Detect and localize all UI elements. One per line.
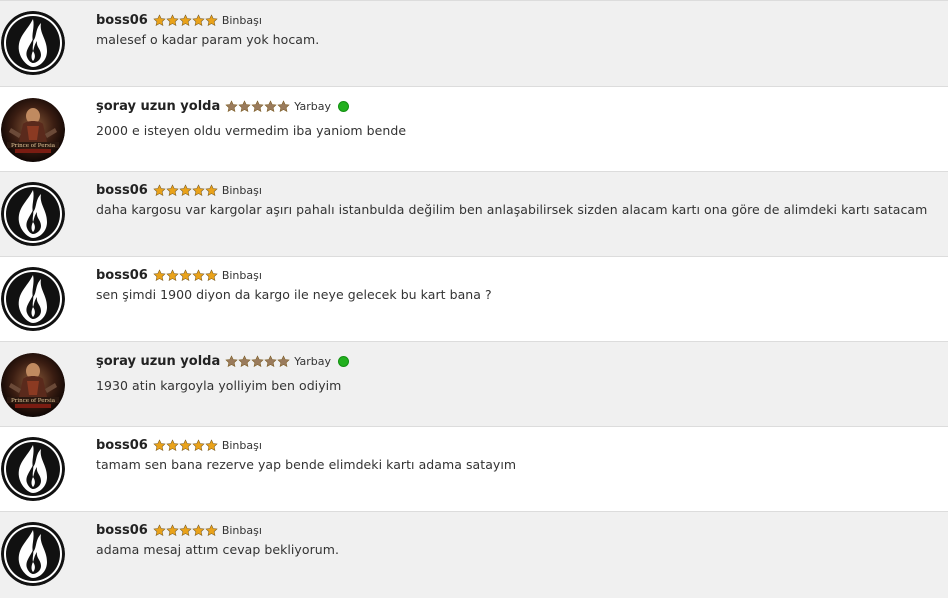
svg-text:Prince of Persia: Prince of Persia <box>11 398 56 404</box>
star-icon <box>179 438 192 451</box>
star-icon <box>192 13 205 26</box>
rank-stars <box>153 268 218 282</box>
star-icon <box>264 354 277 367</box>
star-icon <box>205 438 218 451</box>
star-icon <box>192 268 205 281</box>
rank-label: Yarbay <box>294 99 331 113</box>
rank-stars <box>153 523 218 537</box>
prince-of-persia-avatar-icon[interactable]: Prince of Persia <box>1 353 65 417</box>
star-icon <box>238 99 251 112</box>
star-icon <box>205 523 218 536</box>
star-icon <box>179 13 192 26</box>
post: boss06 Binbaşı tamam sen bana rezerve ya… <box>0 426 948 511</box>
post: boss06 Binbaşı daha kargosu var kargolar… <box>0 171 948 256</box>
star-icon <box>192 523 205 536</box>
svg-text:Prince of Persia: Prince of Persia <box>11 143 56 149</box>
post-message: adama mesaj attım cevap bekliyorum. <box>96 542 339 557</box>
fire-avatar-icon[interactable] <box>1 267 65 331</box>
username[interactable]: boss06 <box>96 523 148 538</box>
star-icon <box>192 183 205 196</box>
post-message: sen şimdi 1900 diyon da kargo ile neye g… <box>96 287 492 302</box>
star-icon <box>179 183 192 196</box>
star-icon <box>153 438 166 451</box>
star-icon <box>153 268 166 281</box>
username[interactable]: boss06 <box>96 183 148 198</box>
post: boss06 Binbaşı adama mesaj attım cevap b… <box>0 511 948 598</box>
username[interactable]: boss06 <box>96 268 148 283</box>
star-icon <box>264 99 277 112</box>
post: boss06 Binbaşı sen şimdi 1900 diyon da k… <box>0 256 948 341</box>
star-icon <box>179 523 192 536</box>
star-icon <box>225 354 238 367</box>
rank-label: Binbaşı <box>221 183 262 197</box>
rank-stars <box>153 183 218 197</box>
fire-avatar-icon[interactable] <box>1 522 65 586</box>
rank-stars <box>225 99 290 113</box>
post-message: daha kargosu var kargolar aşırı pahalı i… <box>96 202 928 217</box>
star-icon <box>225 99 238 112</box>
username[interactable]: şoray uzun yolda <box>96 99 220 114</box>
prince-of-persia-avatar-icon[interactable]: Prince of Persia <box>1 98 65 162</box>
fire-avatar-icon[interactable] <box>1 437 65 501</box>
fire-avatar-icon[interactable] <box>1 11 65 75</box>
star-icon <box>251 99 264 112</box>
online-status-icon <box>337 100 349 112</box>
star-icon <box>251 354 264 367</box>
online-status-icon <box>337 355 349 367</box>
post-message: 2000 e isteyen oldu vermedim iba yaniom … <box>96 123 407 138</box>
username[interactable]: boss06 <box>96 438 148 453</box>
post-message: 1930 atin kargoyla yolliyim ben odiyim <box>96 378 342 393</box>
comment-thread: boss06 Binbaşı malesef o kadar param yok… <box>0 0 948 598</box>
star-icon <box>166 183 179 196</box>
star-icon <box>179 268 192 281</box>
fire-avatar-icon[interactable] <box>1 182 65 246</box>
post-message: malesef o kadar param yok hocam. <box>96 32 320 47</box>
username[interactable]: boss06 <box>96 13 148 28</box>
post: Prince of Persia şoray uzun yolda Yarbay… <box>0 341 948 426</box>
star-icon <box>238 354 251 367</box>
rank-label: Binbaşı <box>221 13 262 27</box>
star-icon <box>166 523 179 536</box>
rank-label: Yarbay <box>294 354 331 368</box>
rank-stars <box>153 13 218 27</box>
star-icon <box>277 354 290 367</box>
post: Prince of Persia şoray uzun yolda Yarbay… <box>0 86 948 171</box>
star-icon <box>166 268 179 281</box>
rank-stars <box>225 354 290 368</box>
star-icon <box>277 99 290 112</box>
post-message: tamam sen bana rezerve yap bende elimdek… <box>96 457 517 472</box>
star-icon <box>153 523 166 536</box>
post: boss06 Binbaşı malesef o kadar param yok… <box>0 0 948 86</box>
username[interactable]: şoray uzun yolda <box>96 354 220 369</box>
star-icon <box>153 13 166 26</box>
rank-label: Binbaşı <box>221 523 262 537</box>
star-icon <box>166 13 179 26</box>
star-icon <box>205 13 218 26</box>
rank-stars <box>153 438 218 452</box>
star-icon <box>205 183 218 196</box>
rank-label: Binbaşı <box>221 438 262 452</box>
star-icon <box>153 183 166 196</box>
rank-label: Binbaşı <box>221 268 262 282</box>
star-icon <box>192 438 205 451</box>
star-icon <box>205 268 218 281</box>
star-icon <box>166 438 179 451</box>
